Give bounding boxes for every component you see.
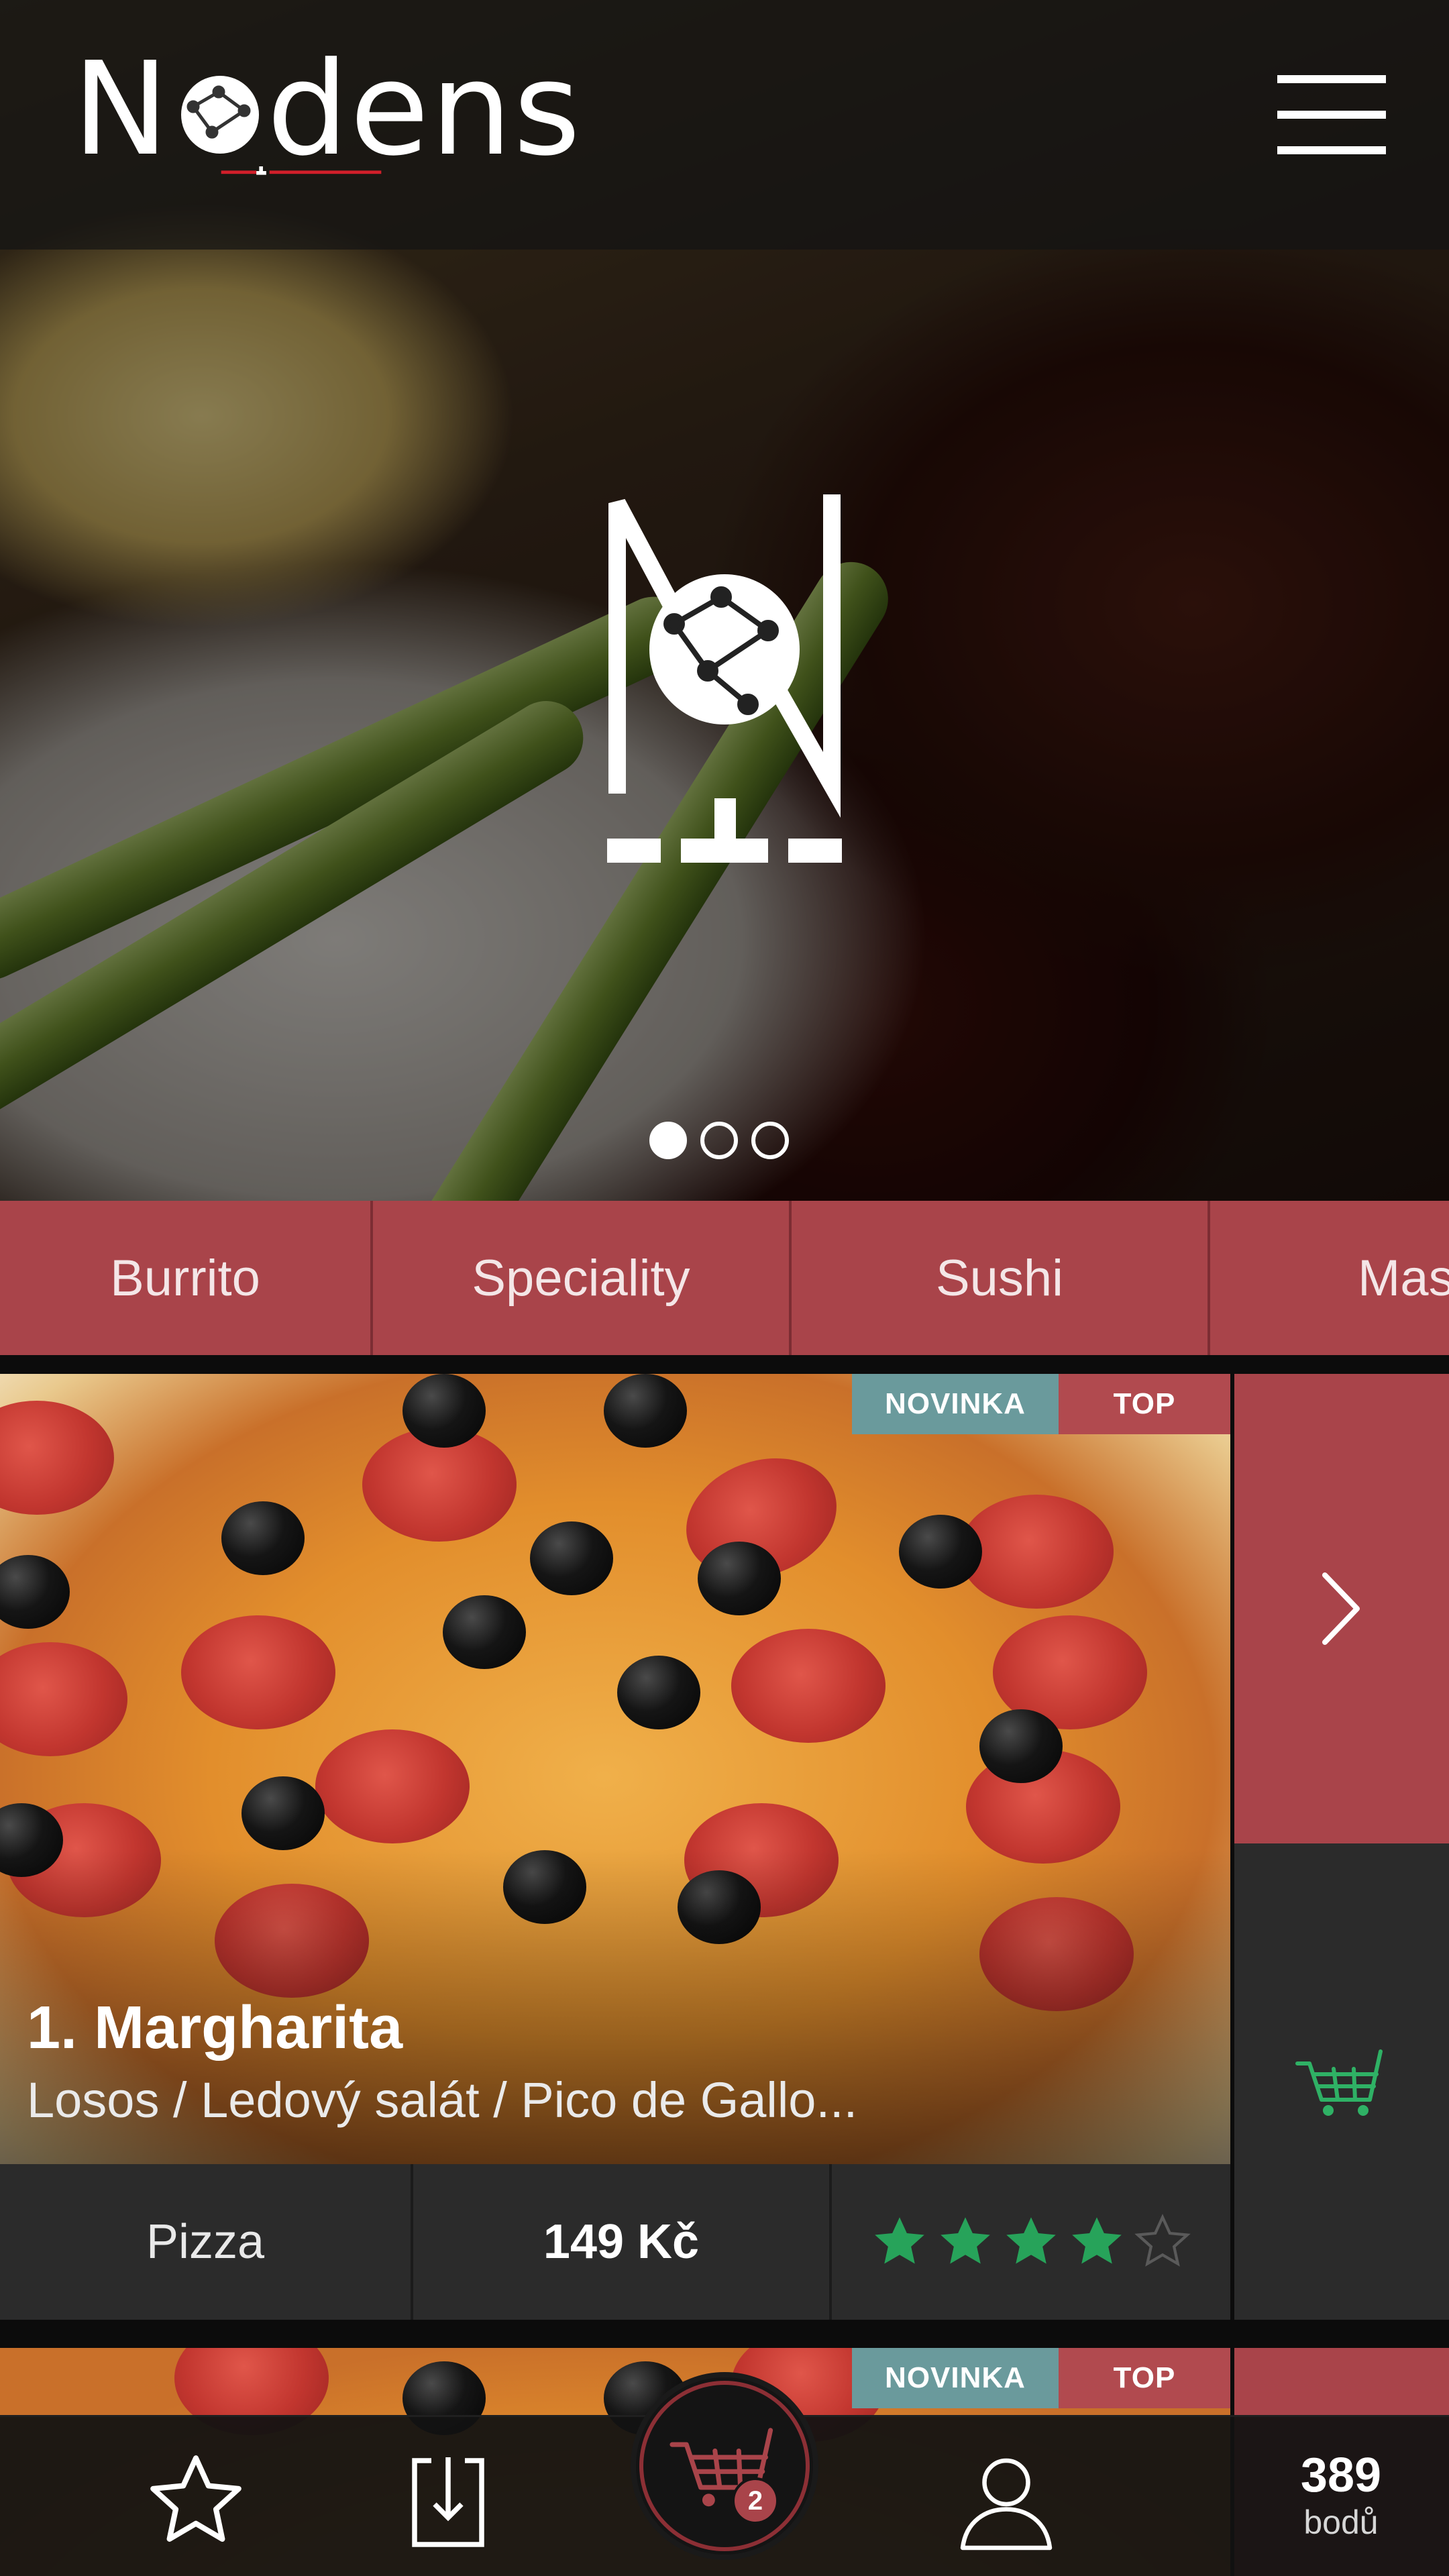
star-filled-icon — [1072, 2217, 1122, 2264]
download-icon — [412, 2457, 484, 2547]
star-empty-icon — [1134, 2214, 1191, 2267]
points-value: 389 — [1300, 2449, 1382, 2502]
product-name[interactable]: 1. Margharita — [27, 1994, 402, 2063]
cart-count-badge: 2 — [732, 2477, 779, 2524]
cart-icon — [1295, 2049, 1383, 2116]
points-label: bodů — [1303, 2504, 1379, 2541]
category-tabs: Burrito Speciality Sushi Mas — [0, 1201, 1449, 1355]
favorites-button[interactable] — [129, 2437, 263, 2565]
badge-new: NOVINKA — [852, 2348, 1059, 2408]
points-display[interactable]: 389 bodů — [1233, 2415, 1449, 2576]
brand-letter-n: N — [72, 35, 170, 184]
carousel-dot-3[interactable] — [751, 1122, 789, 1159]
carousel-dot-2[interactable] — [700, 1122, 738, 1159]
product-info-bar: Pizza 149 Kč — [0, 2164, 1230, 2320]
product-rating[interactable] — [832, 2164, 1230, 2320]
chevron-right-icon — [1322, 1572, 1360, 1645]
tab-speciality[interactable]: Speciality — [373, 1201, 792, 1355]
hamburger-menu-icon[interactable] — [1277, 75, 1386, 154]
tab-sushi[interactable]: Sushi — [792, 1201, 1210, 1355]
brand-letters-dens: dens — [266, 35, 582, 184]
tab-burrito[interactable]: Burrito — [0, 1201, 373, 1355]
product-card[interactable]: NOVINKA TOP 1. Margharita Losos / Ledový… — [0, 1374, 1449, 2320]
cart-button[interactable]: 2 — [631, 2372, 818, 2560]
product-description: Losos / Ledový salát / Pico de Gallo... — [27, 2072, 858, 2128]
star-icon — [150, 2455, 241, 2542]
badge-new: NOVINKA — [852, 1374, 1059, 1434]
profile-button[interactable] — [939, 2437, 1073, 2565]
star-filled-icon — [1006, 2217, 1056, 2264]
user-icon — [960, 2458, 1053, 2551]
product-price: 149 Kč — [413, 2164, 832, 2320]
brand-underline — [221, 166, 382, 175]
top-bar: N dens — [0, 0, 1449, 250]
globe-icon — [180, 76, 259, 154]
badge-top: TOP — [1059, 1374, 1230, 1434]
product-category: Pizza — [0, 2164, 413, 2320]
star-filled-icon — [875, 2217, 924, 2264]
badge-top: TOP — [1059, 2348, 1230, 2408]
carousel-dots — [649, 1122, 789, 1159]
star-filled-icon — [941, 2217, 990, 2264]
download-button[interactable] — [381, 2437, 515, 2565]
nodens-logo-icon — [607, 494, 842, 863]
carousel-dot-1[interactable] — [649, 1122, 687, 1159]
tab-mas[interactable]: Mas — [1210, 1201, 1449, 1355]
next-product-button[interactable] — [1234, 1374, 1449, 1843]
brand-logo[interactable]: N dens — [72, 43, 580, 181]
add-to-cart-button[interactable] — [1234, 1843, 1449, 2320]
